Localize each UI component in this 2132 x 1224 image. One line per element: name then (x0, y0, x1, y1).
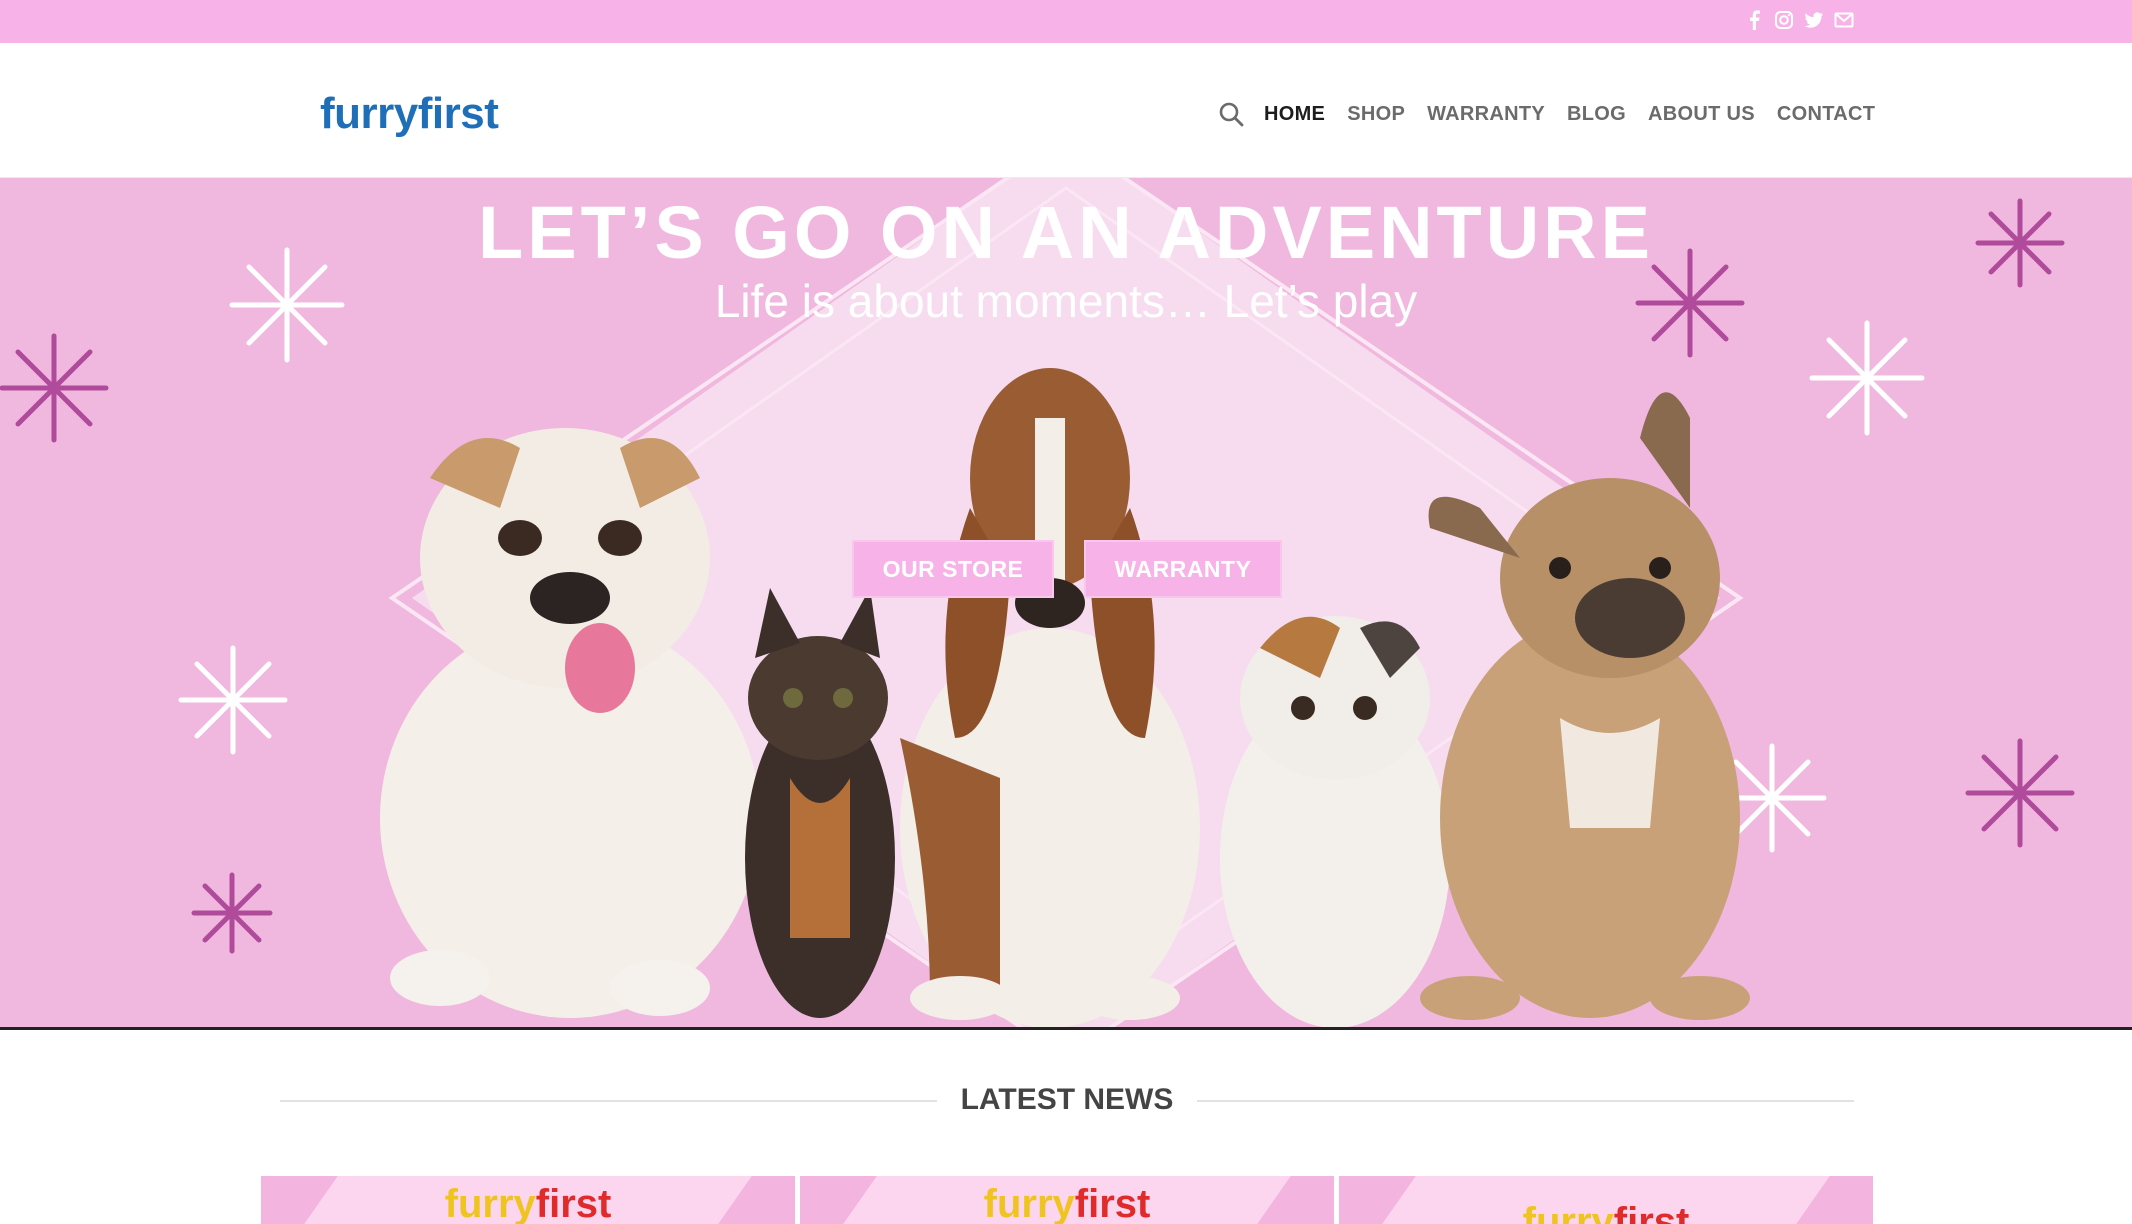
news-card[interactable]: furryfirst (1339, 1176, 1873, 1224)
site-header: furryfirst HOME SHOP WARRANTY BLOG ABOUT… (0, 43, 2132, 178)
latest-news-header: LATEST NEWS (280, 1080, 1854, 1120)
latest-news-title: LATEST NEWS (280, 1083, 1854, 1117)
main-nav: HOME SHOP WARRANTY BLOG ABOUT US CONTACT (1218, 101, 1897, 127)
nav-about-us[interactable]: ABOUT US (1648, 103, 1755, 126)
card-brand-logo: furryfirst (983, 1182, 1151, 1224)
warranty-button[interactable]: WARRANTY (1084, 540, 1282, 598)
top-bar (0, 0, 2132, 43)
exotic-cat-illustration (1220, 616, 1450, 1027)
hero-banner: LET’S GO ON AN ADVENTURE Life is about m… (0, 178, 2132, 1030)
nav-home[interactable]: HOME (1264, 103, 1325, 126)
our-store-button[interactable]: OUR STORE (852, 540, 1054, 598)
hero-subtitle: Life is about moments… Let’s play (714, 275, 1418, 327)
nav-warranty[interactable]: WARRANTY (1427, 103, 1545, 126)
facebook-icon[interactable] (1744, 10, 1764, 30)
hero-title: LET’S GO ON AN ADVENTURE (478, 191, 1654, 274)
site-logo[interactable]: furryfirst (320, 89, 499, 139)
social-links (1744, 10, 1854, 30)
instagram-icon[interactable] (1774, 10, 1794, 30)
nav-shop[interactable]: SHOP (1347, 103, 1405, 126)
card-brand-logo: furryfirst (1522, 1200, 1690, 1224)
tortoiseshell-kitten-illustration (745, 588, 895, 1018)
search-icon[interactable] (1218, 101, 1244, 127)
email-icon[interactable] (1834, 10, 1854, 30)
card-brand-logo: furryfirst (444, 1182, 612, 1224)
twitter-icon[interactable] (1804, 10, 1824, 30)
nav-contact[interactable]: CONTACT (1777, 103, 1875, 126)
nav-blog[interactable]: BLOG (1567, 103, 1626, 126)
news-card[interactable]: furryfirst (261, 1176, 795, 1224)
news-card[interactable]: furryfirst (800, 1176, 1334, 1224)
